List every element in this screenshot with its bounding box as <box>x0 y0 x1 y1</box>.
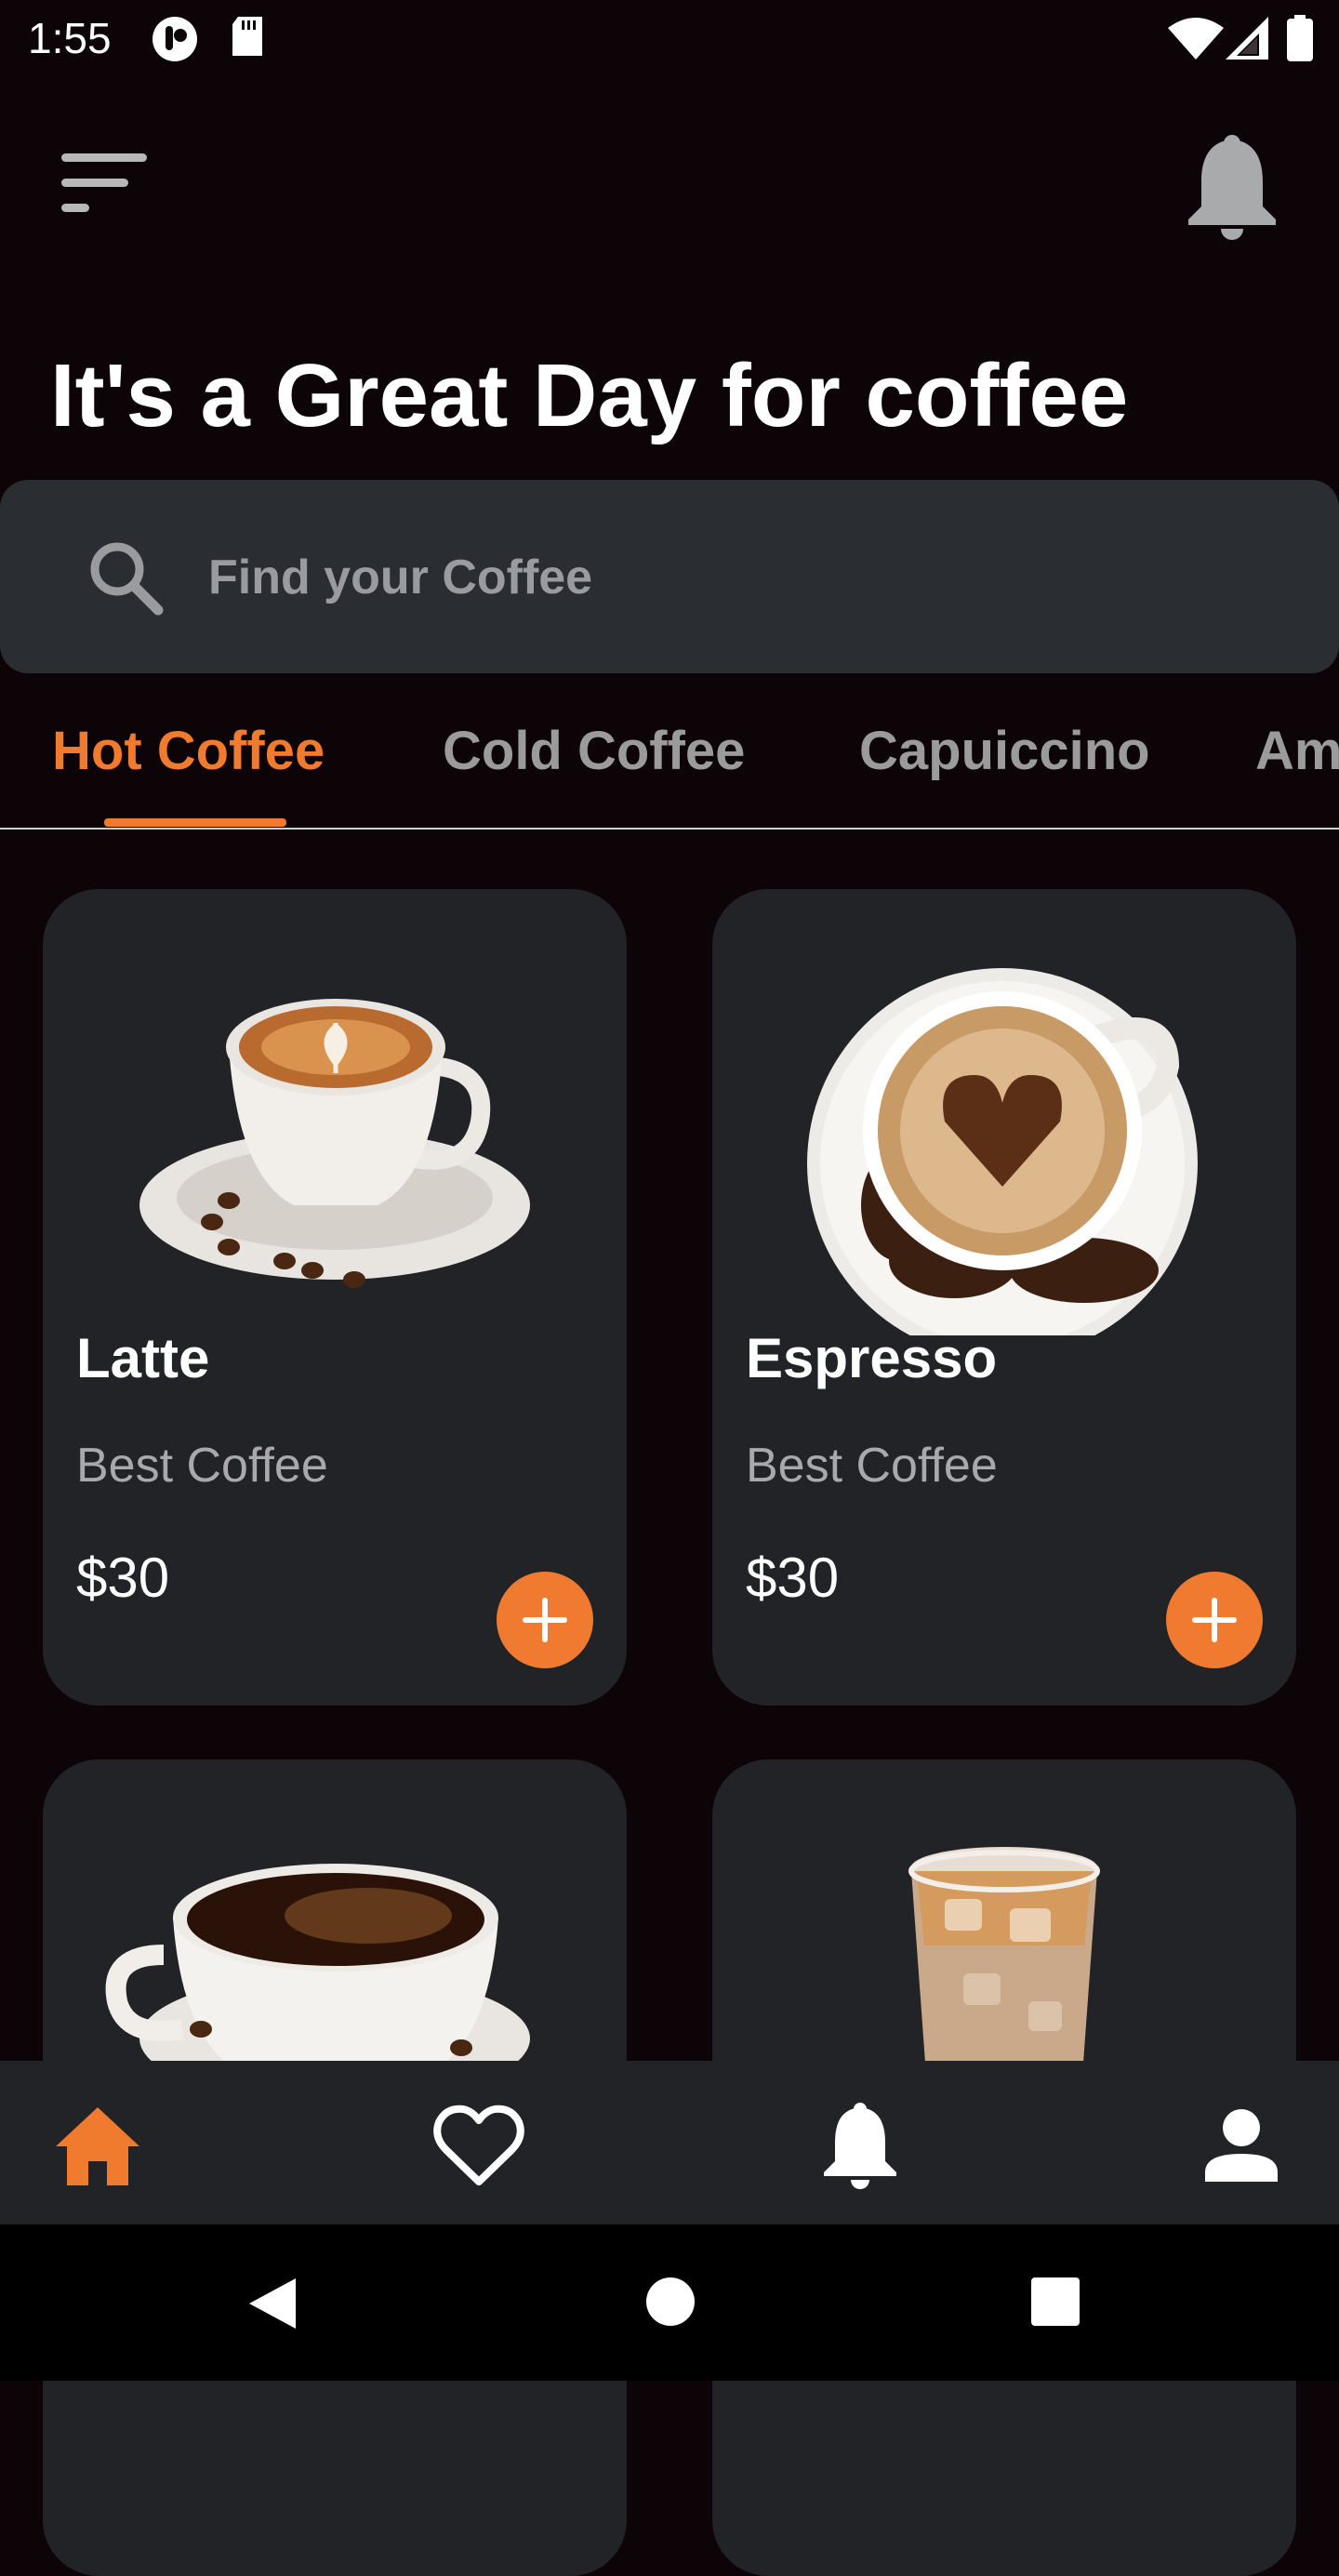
plus-icon <box>523 1598 567 1642</box>
menu-button[interactable] <box>58 149 151 223</box>
product-price: $30 <box>746 1547 840 1609</box>
search-input[interactable] <box>206 541 1233 614</box>
product-subtitle: Best Coffee <box>76 1439 328 1493</box>
tab-hot-coffee[interactable]: Hot Coffee <box>52 720 325 782</box>
active-tab-indicator <box>104 818 286 827</box>
wifi-icon <box>1168 17 1224 64</box>
podcast-icon <box>151 15 199 68</box>
nav-profile[interactable] <box>1190 2100 1293 2193</box>
status-time: 1:55 <box>28 14 112 62</box>
menu-icon <box>61 153 147 212</box>
product-card[interactable]: Latte Best Coffee $30 <box>43 889 627 1706</box>
search-icon <box>90 542 164 616</box>
tab-cold-coffee[interactable]: Cold Coffee <box>443 720 745 782</box>
system-navigation-bar <box>0 2224 1339 2381</box>
search-bar[interactable] <box>0 480 1339 673</box>
sd-card-icon <box>229 15 266 64</box>
home-circle-icon <box>646 2277 695 2326</box>
bell-icon <box>1188 135 1276 240</box>
heart-icon <box>433 2105 524 2185</box>
notification-button[interactable] <box>1181 130 1283 242</box>
back-button[interactable] <box>244 2275 301 2337</box>
add-to-cart-button[interactable] <box>497 1572 593 1668</box>
product-subtitle: Best Coffee <box>746 1439 998 1493</box>
product-name: Latte <box>76 1327 210 1389</box>
tab-partial[interactable]: Am <box>1255 720 1339 782</box>
tabs-divider <box>0 828 1339 830</box>
tab-capuiccino[interactable]: Capuiccino <box>859 720 1150 782</box>
status-bar: 1:55 <box>0 0 1339 78</box>
nav-favorites[interactable] <box>428 2100 530 2193</box>
espresso-cup-image <box>807 968 1198 1335</box>
category-tabs: Hot Coffee Cold Coffee Capuiccino Am <box>0 707 1339 830</box>
person-icon <box>1205 2109 1278 2182</box>
product-card[interactable]: Espresso Best Coffee $30 <box>712 889 1296 1706</box>
back-icon <box>249 2278 296 2329</box>
page-title: It's a Great Day for coffee <box>50 346 1129 445</box>
product-name: Espresso <box>746 1327 998 1389</box>
nav-home[interactable] <box>46 2100 149 2193</box>
recents-icon <box>1031 2277 1080 2326</box>
home-button[interactable] <box>645 2277 696 2331</box>
nav-notifications[interactable] <box>809 2100 911 2193</box>
signal-icon <box>1226 17 1268 64</box>
plus-icon <box>1192 1598 1237 1642</box>
latte-cup-image <box>139 999 530 1288</box>
product-price: $30 <box>76 1547 170 1609</box>
battery-icon <box>1287 15 1313 66</box>
home-icon <box>56 2107 139 2185</box>
add-to-cart-button[interactable] <box>1166 1572 1263 1668</box>
bell-icon <box>824 2103 896 2189</box>
bottom-navigation <box>0 2061 1339 2224</box>
recents-button[interactable] <box>1030 2277 1080 2331</box>
